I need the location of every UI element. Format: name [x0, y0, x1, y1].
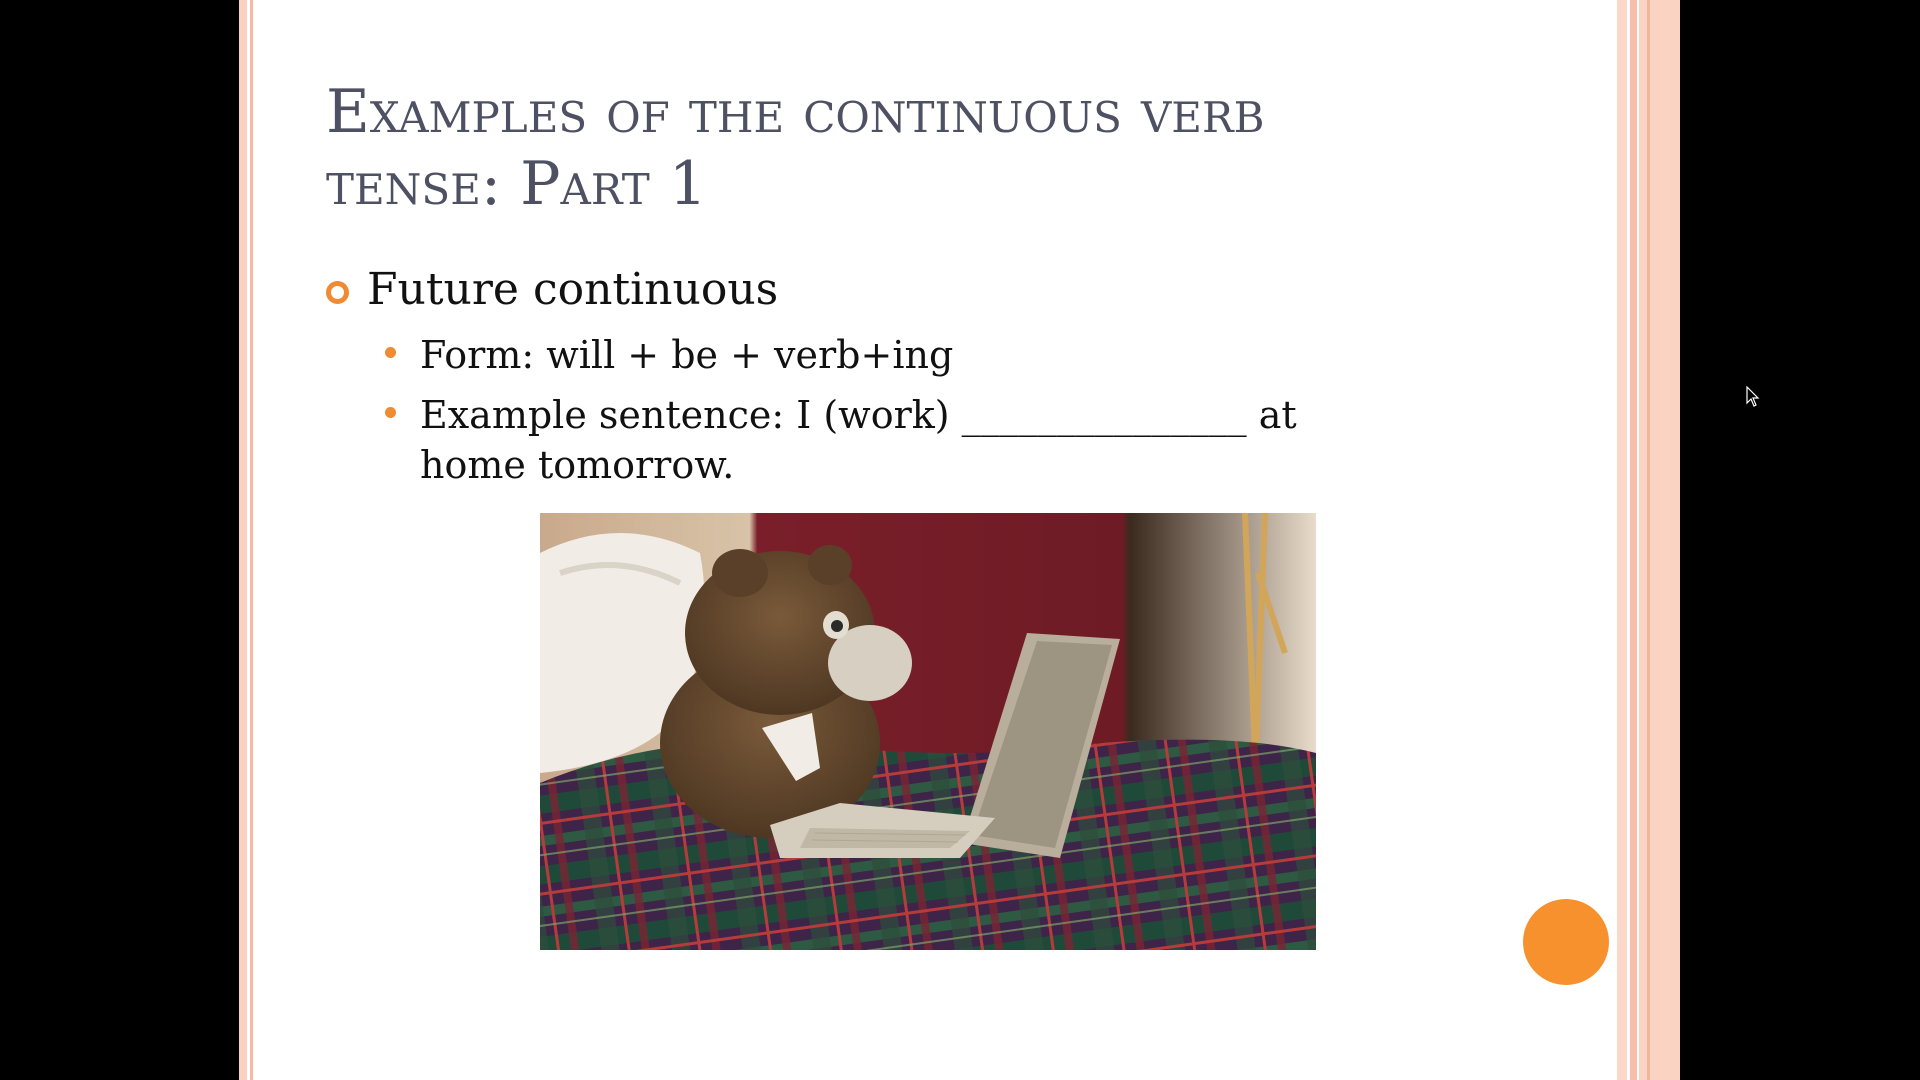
right-border-stripe	[1639, 0, 1680, 1080]
dot-bullet-icon	[385, 407, 396, 418]
bullet-text: Form: will + be + verb+ing	[420, 333, 954, 377]
bullet-level2: Example sentence: I (work) _____________…	[385, 390, 1380, 490]
ring-bullet-icon	[326, 280, 349, 304]
slide-ornament-circle	[1523, 899, 1609, 985]
left-border-stripe-thin	[250, 0, 253, 1080]
right-border-stripe	[1647, 0, 1650, 1080]
slide: Examples of the continuous verb tense: P…	[239, 0, 1680, 1080]
left-border-stripe	[239, 0, 247, 1080]
bullet-text: Future continuous	[367, 264, 779, 315]
bullet-text: Example sentence: I (work) _____________…	[420, 393, 1297, 487]
presentation-viewport: Examples of the continuous verb tense: P…	[0, 0, 1920, 1080]
bullet-level2: Form: will + be + verb+ing	[385, 330, 1380, 380]
slide-title: Examples of the continuous verb tense: P…	[326, 77, 1265, 219]
mouse-cursor-icon	[1746, 386, 1760, 407]
bullet-level1: Future continuous	[326, 262, 778, 318]
dot-bullet-icon	[385, 347, 396, 358]
right-border-stripe	[1617, 0, 1627, 1080]
teddy-bear-laptop-photo	[540, 513, 1316, 950]
right-border-stripe	[1630, 0, 1637, 1080]
